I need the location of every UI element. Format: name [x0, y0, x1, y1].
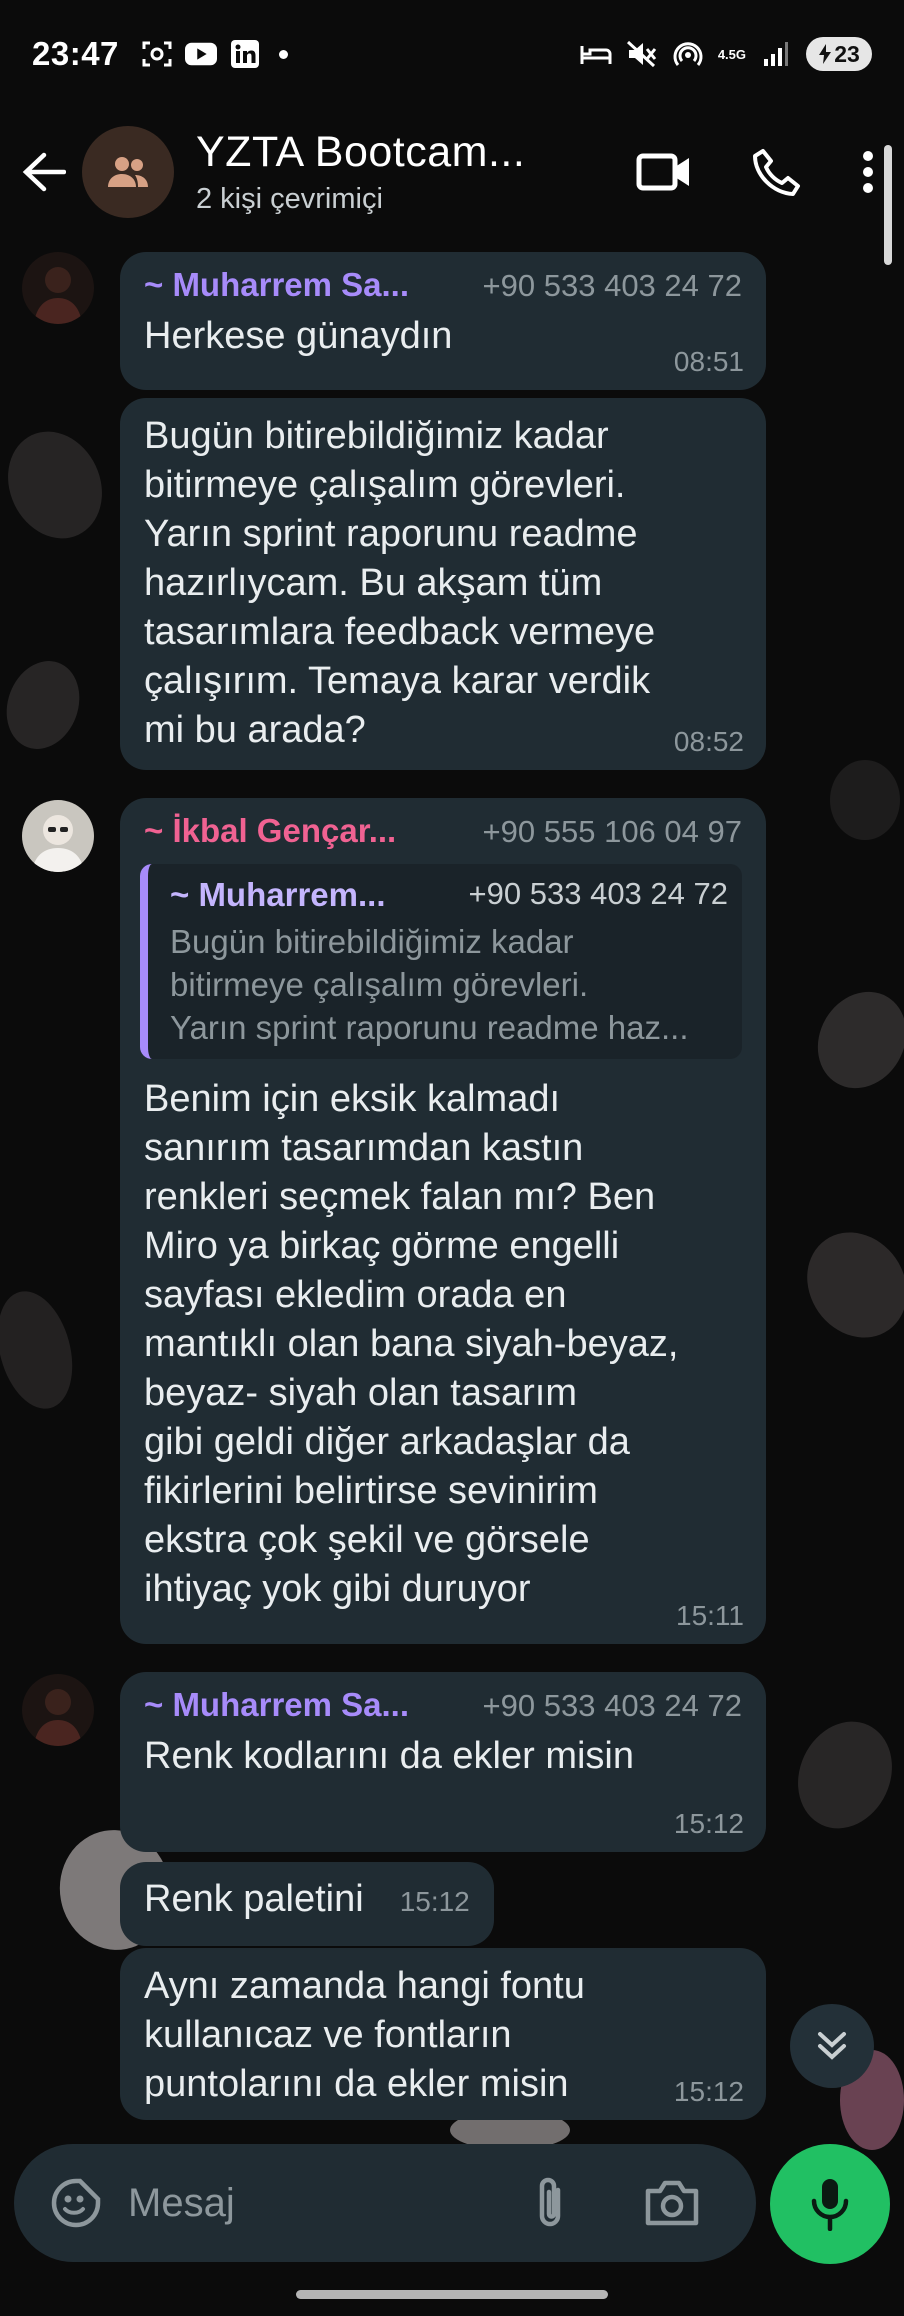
scrollbar-thumb[interactable] [884, 145, 892, 265]
battery-level: 23 [834, 40, 860, 67]
message-composer [14, 2144, 756, 2262]
message-bubble[interactable]: ~ Muharrem Sa... +90 533 403 24 72 Renk … [120, 1672, 766, 1852]
sender-phone: +90 533 403 24 72 [482, 268, 742, 303]
sticker-icon [51, 2178, 101, 2228]
camera-icon [645, 2180, 699, 2226]
wallpaper-blossom [786, 1212, 904, 1358]
quote-header: ~ Muharrem... +90 533 403 24 72 [170, 876, 728, 914]
message-time: 08:52 [673, 726, 744, 757]
message-time: 15:12 [399, 1886, 470, 1917]
notification-dot [278, 49, 288, 59]
microphone-icon [811, 2179, 849, 2231]
status-left-icons [141, 40, 288, 68]
message-text: Renk kodlarını da ekler misin [144, 1735, 634, 1777]
status-bar: 23:47 4.5G 23 [0, 0, 904, 108]
voice-call-button[interactable] [746, 142, 806, 202]
battery-icon: 23 [806, 37, 872, 71]
scroll-to-bottom-button[interactable] [790, 2004, 874, 2088]
chat-title: YZTA Bootcam... [196, 128, 526, 176]
message-time: 15:11 [676, 1600, 744, 1631]
sender-name[interactable]: ~ Muharrem Sa... [144, 266, 409, 304]
linkedin-icon [229, 40, 261, 68]
youtube-icon [184, 40, 217, 68]
quote-sender: ~ Muharrem... [170, 876, 386, 913]
message-header: ~ İkbal Gençar... +90 555 106 04 97 [144, 812, 742, 850]
back-button[interactable] [14, 142, 74, 202]
wallpaper-blossom [0, 1282, 85, 1418]
avatar-ikbal[interactable] [22, 800, 94, 872]
message-text: Herkese günaydın [144, 315, 453, 357]
status-right-icons: 4.5G 23 [580, 37, 872, 71]
wallpaper-blossom [780, 1706, 904, 1844]
sender-phone: +90 555 106 04 97 [482, 814, 742, 849]
message-input[interactable] [128, 2180, 508, 2226]
screenshot-icon [141, 40, 173, 68]
wallpaper-blossom [0, 416, 120, 554]
avatar-muharrem[interactable] [22, 252, 94, 324]
quoted-message[interactable]: ~ Muharrem... +90 533 403 24 72 Bugün bi… [140, 864, 742, 1059]
message-bubble[interactable]: ~ İkbal Gençar... +90 555 106 04 97 ~ Mu… [120, 798, 766, 1644]
wallpaper-blossom [0, 650, 92, 760]
message-text: Aynı zamanda hangi fontu kullanıcaz ve f… [144, 1965, 585, 2105]
message-text: Benim için eksik kalmadı sanırım tasarım… [144, 1078, 679, 1610]
message-time: 08:51 [673, 346, 744, 377]
quote-phone: +90 533 403 24 72 [468, 876, 728, 911]
avatar-muharrem[interactable] [22, 1674, 94, 1746]
mute-icon [626, 40, 658, 68]
group-avatar[interactable] [82, 126, 174, 218]
video-camera-icon [636, 153, 689, 191]
online-count: 2 kişi çevrimiçi [196, 183, 383, 215]
sender-name[interactable]: ~ Muharrem Sa... [144, 1686, 409, 1724]
attach-button[interactable] [522, 2171, 578, 2235]
wallpaper-blossom [800, 975, 904, 1105]
signal-icon [760, 40, 792, 68]
more-options-button[interactable] [858, 142, 878, 202]
message-time: 15:12 [673, 1808, 744, 1839]
bed-alarm-icon [580, 40, 612, 68]
message-bubble[interactable]: Aynı zamanda hangi fontu kullanıcaz ve f… [120, 1948, 766, 2120]
message-header: ~ Muharrem Sa... +90 533 403 24 72 [144, 266, 742, 304]
sender-name[interactable]: ~ İkbal Gençar... [144, 812, 396, 850]
message-bubble[interactable]: Bugün bitirebildiğimiz kadar bitirmeye ç… [120, 398, 766, 770]
arrow-left-icon [22, 152, 66, 192]
chat-info[interactable]: YZTA Bootcam... 2 kişi çevrimiçi [196, 128, 556, 216]
wallpaper-blossom [830, 760, 900, 840]
quote-text: Bugün bitirebildiğimiz kadar bitirmeye ç… [170, 923, 689, 1046]
phone-icon [753, 149, 800, 196]
message-text: Bugün bitirebildiğimiz kadar bitirmeye ç… [144, 415, 656, 751]
sender-phone: +90 533 403 24 72 [482, 1688, 742, 1723]
emoji-sticker-button[interactable] [44, 2171, 108, 2235]
more-vert-icon [863, 151, 873, 193]
camera-button[interactable] [640, 2171, 704, 2235]
message-bubble[interactable]: ~ Muharrem Sa... +90 533 403 24 72 Herke… [120, 252, 766, 390]
chat-header: YZTA Bootcam... 2 kişi çevrimiçi [0, 108, 904, 236]
chat-screen: 23:47 4.5G 23 YZTA Bootcam... 2 kişi çev… [0, 0, 904, 2316]
paperclip-icon [539, 2177, 561, 2227]
message-time: 15:12 [673, 2076, 744, 2107]
hotspot-icon [672, 40, 704, 68]
home-indicator[interactable] [296, 2290, 608, 2299]
message-bubble[interactable]: Renk paletini 15:12 [120, 1862, 494, 1946]
video-call-button[interactable] [634, 142, 694, 202]
group-icon [108, 157, 148, 187]
message-text: Renk paletini [144, 1878, 364, 1920]
network-type-label: 4.5G [717, 46, 746, 62]
header-actions [634, 142, 878, 202]
voice-record-button[interactable] [770, 2144, 890, 2264]
double-chevron-down-icon [818, 2032, 846, 2060]
status-time: 23:47 [32, 35, 119, 72]
message-header: ~ Muharrem Sa... +90 533 403 24 72 [144, 1686, 742, 1724]
